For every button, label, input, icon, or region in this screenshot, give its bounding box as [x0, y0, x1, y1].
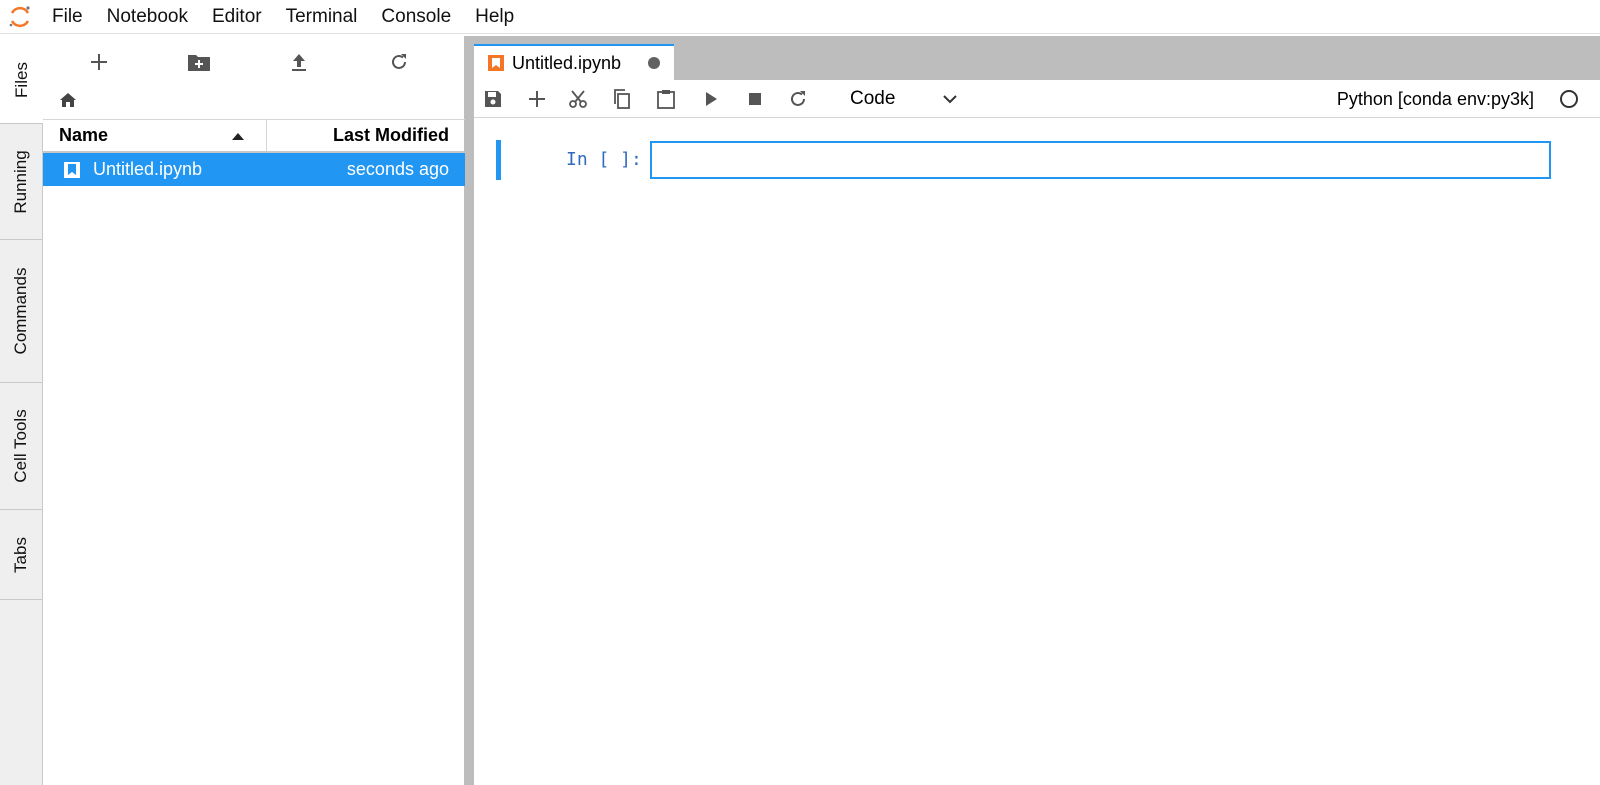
home-icon[interactable]: [59, 92, 79, 112]
column-name[interactable]: Name: [43, 120, 267, 151]
cell-editor[interactable]: [650, 141, 1551, 179]
code-cell[interactable]: In [ ]:: [496, 140, 1581, 180]
sidebar-tab-cell-tools[interactable]: Cell Tools: [0, 383, 42, 510]
run-icon[interactable]: [698, 87, 724, 111]
menu-console[interactable]: Console: [369, 0, 463, 34]
main-dock-area: Untitled.ipynb Code Python [conda env:py…: [474, 36, 1600, 785]
left-sidebar-tabs: Files Running Commands Cell Tools Tabs: [0, 36, 43, 785]
sidebar-tab-label: Running: [11, 149, 30, 214]
file-name: Untitled.ipynb: [93, 159, 203, 179]
sidebar-tab-label: Commands: [11, 267, 30, 355]
input-prompt: In [ ]:: [566, 149, 642, 170]
notebook-file-icon: [63, 161, 81, 179]
sidebar-tab-label: Cell Tools: [11, 409, 30, 483]
copy-icon[interactable]: [609, 87, 635, 111]
file-list-header: Name Last Modified: [43, 119, 465, 153]
sidebar-tab-label: Tabs: [11, 536, 30, 573]
menu-editor[interactable]: Editor: [200, 0, 274, 34]
sidebar-tab-files[interactable]: Files: [0, 36, 43, 124]
file-browser-toolbar: [43, 36, 465, 86]
new-launcher-icon[interactable]: [85, 48, 113, 76]
insert-cell-icon[interactable]: [524, 87, 550, 111]
menu-file[interactable]: File: [40, 0, 95, 34]
chevron-down-icon: [942, 88, 958, 110]
column-last-modified-label: Last Modified: [333, 125, 449, 145]
cut-icon[interactable]: [565, 87, 591, 111]
sidebar-tab-running[interactable]: Running: [0, 124, 42, 240]
panel-splitter[interactable]: [465, 36, 474, 785]
notebook-panel: Code Python [conda env:py3k] In [ ]:: [474, 80, 1600, 785]
sort-ascending-icon: [232, 133, 244, 140]
file-row[interactable]: Untitled.ipynb seconds ago: [43, 153, 465, 186]
save-icon[interactable]: [480, 87, 506, 111]
column-last-modified[interactable]: Last Modified: [267, 120, 465, 151]
paste-icon[interactable]: [653, 87, 679, 111]
menu-help[interactable]: Help: [463, 0, 526, 34]
upload-icon[interactable]: [285, 48, 313, 76]
cell-type-value: Code: [850, 88, 896, 109]
column-name-label: Name: [59, 125, 109, 145]
file-modified: seconds ago: [346, 159, 449, 179]
menu-bar: File Notebook Editor Terminal Console He…: [0, 0, 1600, 34]
notebook-tab-icon: [488, 55, 504, 71]
active-cell-indicator: [496, 140, 501, 180]
menu-notebook[interactable]: Notebook: [95, 0, 200, 34]
restart-kernel-icon[interactable]: [785, 87, 811, 111]
unsaved-indicator-icon[interactable]: [648, 57, 660, 69]
notebook-toolbar: Code Python [conda env:py3k]: [474, 80, 1600, 118]
jupyter-logo-icon: [0, 0, 40, 34]
sidebar-tab-commands[interactable]: Commands: [0, 240, 42, 383]
kernel-idle-status-icon: [1560, 90, 1578, 108]
kernel-name[interactable]: Python [conda env:py3k]: [1337, 89, 1534, 110]
file-browser-panel: Name Last Modified Untitled.ipynb second…: [43, 36, 465, 785]
tab-untitled-ipynb[interactable]: Untitled.ipynb: [474, 44, 674, 80]
sidebar-tab-label: Files: [11, 61, 31, 98]
refresh-icon[interactable]: [385, 48, 413, 76]
sidebar-tab-tabs[interactable]: Tabs: [0, 510, 42, 600]
tab-title: Untitled.ipynb: [512, 52, 622, 73]
menu-terminal[interactable]: Terminal: [274, 0, 370, 34]
stop-icon[interactable]: [742, 87, 768, 111]
new-folder-icon[interactable]: [185, 48, 213, 76]
cell-type-dropdown[interactable]: Code: [846, 86, 958, 112]
